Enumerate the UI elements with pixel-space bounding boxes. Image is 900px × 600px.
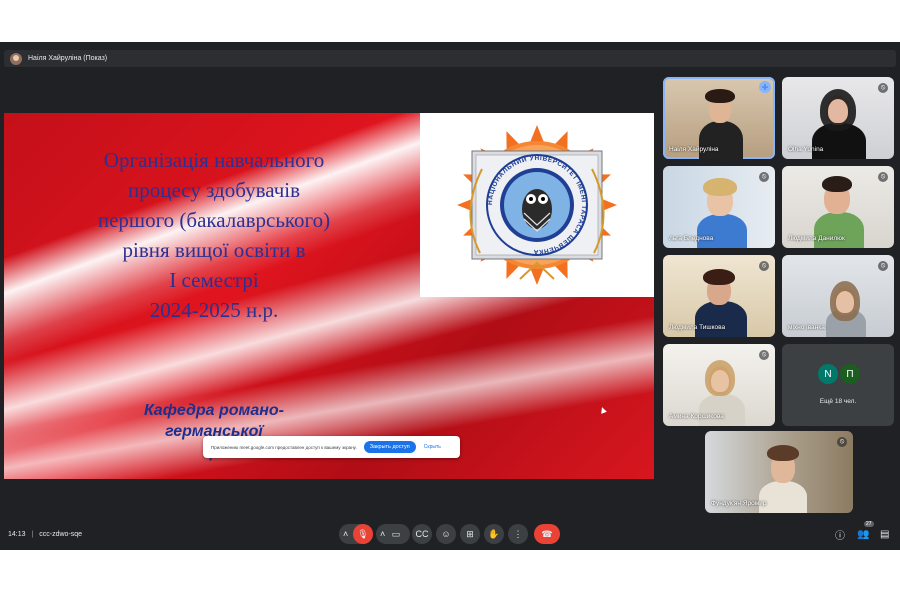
emoji-icon: ☺ xyxy=(441,529,451,539)
participant-tile[interactable]: ⦸ міхно іванка xyxy=(782,255,894,337)
mouse-cursor-icon xyxy=(599,406,607,414)
chevron-up-icon[interactable]: ˄ xyxy=(380,529,385,539)
participant-name: Амина Коршикова xyxy=(669,413,724,420)
hide-link[interactable]: Скрыть xyxy=(424,444,441,450)
participant-name: Людмила Данилюк xyxy=(788,235,845,242)
captions-button[interactable]: CC xyxy=(412,524,432,544)
bottom-toolbar: 14:13 | ccc-zdwo-sqe ˄ 🎙 ˄ ▭ CC ☺ ⊞ ✋ ⋮ … xyxy=(0,518,900,550)
mic-off-icon: ⦸ xyxy=(878,172,888,182)
mic-off-icon: ⦸ xyxy=(759,350,769,360)
university-logo: НАЦІОНАЛЬНИЙ УНІВЕРСИТЕТ ІМЕНІ ТАРАСА ШЕ… xyxy=(420,113,654,297)
participant-initial: П xyxy=(840,364,860,384)
raise-hand-button[interactable]: ✋ xyxy=(484,524,504,544)
microphone-control[interactable]: ˄ 🎙 xyxy=(339,524,373,544)
participant-tile[interactable]: ⦸ Людмила Данилюк xyxy=(782,166,894,248)
camera-control[interactable]: ˄ ▭ xyxy=(376,524,410,544)
mic-off-icon[interactable]: 🎙 xyxy=(353,524,373,544)
participant-tile[interactable]: ⦸ льга Бледнова xyxy=(663,166,775,248)
participant-tile[interactable]: ✛ Наіля Хайруліна xyxy=(663,77,775,159)
mic-off-icon: ⦸ xyxy=(878,83,888,93)
separator: | xyxy=(31,530,34,538)
screen-share-notification: Приложению meet.google.com предоставлен … xyxy=(203,436,460,458)
present-screen-icon: ⊞ xyxy=(466,528,474,539)
phone-hangup-icon: ☎ xyxy=(541,528,553,539)
more-participants-label: Ещё 18 чел. xyxy=(819,398,857,405)
presenter-avatar xyxy=(10,52,22,65)
participant-tile[interactable]: ⦸ Людмила Тишкова xyxy=(663,255,775,337)
participant-name: Людмила Тишкова xyxy=(669,324,726,331)
captions-icon: CC xyxy=(415,529,429,539)
meeting-code: ccc-zdwo-sqe xyxy=(39,530,83,538)
slide-heading-line: І семестрі xyxy=(169,268,259,292)
mic-off-icon: ⦸ xyxy=(837,437,847,447)
participant-tile[interactable]: ⦸ Olha Yunina xyxy=(782,77,894,159)
camera-icon[interactable]: ▭ xyxy=(386,524,406,544)
more-initials: N П xyxy=(818,364,862,384)
emoji-button[interactable]: ☺ xyxy=(436,524,456,544)
hand-icon: ✋ xyxy=(488,528,500,539)
mic-off-icon: ⦸ xyxy=(878,261,888,271)
chevron-up-icon[interactable]: ˄ xyxy=(343,529,348,539)
participant-name: льга Бледнова xyxy=(669,235,714,242)
present-button[interactable]: ⊞ xyxy=(460,524,480,544)
shared-screen: Організація навчального процесу здобувач… xyxy=(4,113,654,479)
leave-call-button[interactable]: ☎ xyxy=(534,524,560,544)
presenter-title: Наіля Хайруліна (Показ) xyxy=(28,55,108,62)
more-participants-tile[interactable]: N П Ещё 18 чел. xyxy=(782,344,894,426)
people-count-badge: 27 xyxy=(864,521,874,527)
department-line: Кафедра романо- xyxy=(143,402,285,419)
participant-name: Olha Yunina xyxy=(788,146,824,153)
slide-heading-line: Організація навчального xyxy=(103,148,325,172)
more-options-button[interactable]: ⋮ xyxy=(508,524,528,544)
chat-icon[interactable]: ▤ xyxy=(880,529,889,540)
people-icon[interactable]: 👥 xyxy=(857,529,869,540)
info-icon[interactable]: ⓘ xyxy=(835,527,845,542)
more-vert-icon: ⋮ xyxy=(513,528,523,539)
pin-icon[interactable]: ✛ xyxy=(759,81,771,93)
slide-heading-line: рівня вищої освіти в xyxy=(122,238,306,262)
presenter-bar: Наіля Хайруліна (Показ) xyxy=(4,50,896,67)
meet-app: Наіля Хайруліна (Показ) Організація навч… xyxy=(0,42,900,550)
stop-sharing-button[interactable]: Закрыть доступ xyxy=(363,441,416,453)
meeting-info: 14:13 | ccc-zdwo-sqe xyxy=(8,531,82,538)
participant-initial: N xyxy=(818,364,838,384)
slide-heading-line: процесу здобувачів xyxy=(127,178,301,202)
slide-heading-line: першого (бакалаврського) xyxy=(97,208,331,232)
slide-heading-line: 2024-2025 н.р. xyxy=(149,298,279,322)
share-message: Приложению meet.google.com предоставлен … xyxy=(211,444,357,450)
meeting-time: 14:13 xyxy=(8,530,26,538)
slide-heading: Організація навчального процесу здобувач… xyxy=(14,145,414,325)
mic-off-icon: ⦸ xyxy=(759,172,769,182)
participant-name: Наіля Хайруліна xyxy=(669,146,719,153)
participant-name: міхно іванка xyxy=(788,324,825,331)
participant-name: Фундук'ян Яромир xyxy=(711,500,767,507)
participant-tile[interactable]: ⦸ Фундук'ян Яромир xyxy=(705,431,853,513)
mic-off-icon: ⦸ xyxy=(759,261,769,271)
participant-tile[interactable]: ⦸ Амина Коршикова xyxy=(663,344,775,426)
